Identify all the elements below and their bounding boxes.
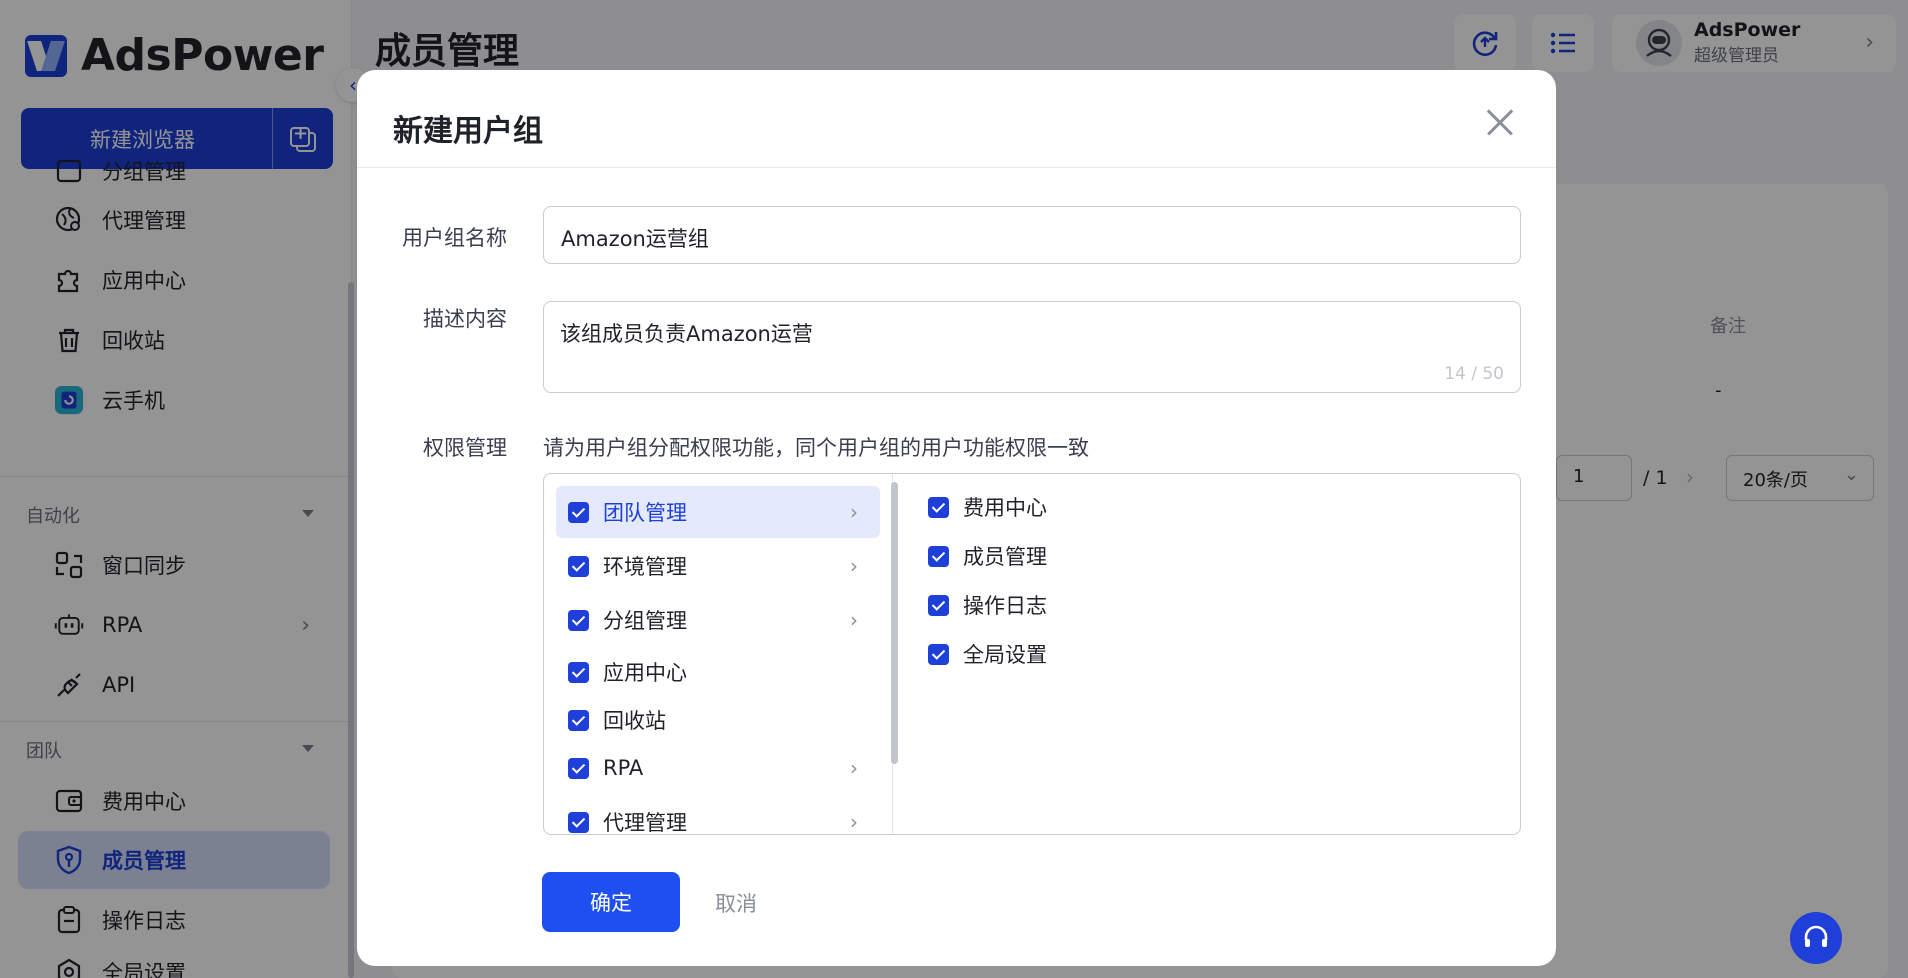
- checkbox-checked[interactable]: [568, 709, 589, 731]
- description-textarea[interactable]: 该组成员负责Amazon运营 14 / 50: [543, 301, 1521, 393]
- dialog-title: 新建用户组: [393, 114, 543, 149]
- perm-group-label: 应用中心: [603, 661, 687, 685]
- perm-child-billing[interactable]: 费用中心: [928, 492, 1047, 522]
- close-icon[interactable]: [1485, 108, 1513, 136]
- perm-group-rpa[interactable]: RPA ›: [556, 742, 880, 794]
- char-counter: 14 / 50: [1444, 364, 1504, 384]
- perm-group-label: 代理管理: [603, 811, 687, 835]
- perm-group-label: 回收站: [603, 709, 666, 733]
- checkbox-checked[interactable]: [928, 643, 949, 665]
- checkbox-checked[interactable]: [568, 501, 589, 523]
- perm-group-label: RPA: [603, 756, 644, 780]
- perm-group-label: 团队管理: [603, 501, 687, 525]
- checkbox-checked[interactable]: [928, 594, 949, 616]
- checkbox-checked[interactable]: [928, 496, 949, 518]
- perm-child-label: 费用中心: [963, 496, 1047, 520]
- new-user-group-dialog: 新建用户组 用户组名称 Amazon运营组 描述内容 该组成员负责Amazon运…: [357, 70, 1556, 966]
- description-label: 描述内容: [423, 307, 507, 331]
- perm-child-member-management[interactable]: 成员管理: [928, 541, 1047, 571]
- description-text: 该组成员负责Amazon运营: [560, 322, 813, 346]
- checkbox-checked[interactable]: [928, 545, 949, 567]
- perm-group-recycle-bin[interactable]: 回收站: [556, 694, 880, 746]
- checkbox-checked[interactable]: [568, 555, 589, 577]
- dialog-header: 新建用户组: [357, 70, 1556, 168]
- checkbox-checked[interactable]: [568, 661, 589, 683]
- permission-group-list: 团队管理 › 环境管理 › 分组管理 › 应用中心 回收站 RPA › 代理管理…: [544, 474, 893, 835]
- confirm-button[interactable]: 确定: [542, 872, 680, 932]
- permission-list-scrollbar[interactable]: [891, 482, 898, 764]
- chevron-right-icon: ›: [850, 608, 858, 632]
- checkbox-checked[interactable]: [568, 609, 589, 631]
- perm-group-label: 环境管理: [603, 555, 687, 579]
- perm-group-app-center[interactable]: 应用中心: [556, 646, 880, 698]
- perm-group-group-management[interactable]: 分组管理 ›: [556, 594, 880, 646]
- chevron-right-icon: ›: [850, 500, 858, 524]
- perm-child-operation-log[interactable]: 操作日志: [928, 590, 1047, 620]
- perm-child-global-settings[interactable]: 全局设置: [928, 639, 1047, 669]
- headset-icon: [1804, 925, 1828, 947]
- permission-tree: 团队管理 › 环境管理 › 分组管理 › 应用中心 回收站 RPA › 代理管理…: [543, 473, 1521, 835]
- group-name-label: 用户组名称: [402, 226, 507, 250]
- cancel-button[interactable]: 取消: [715, 888, 757, 918]
- group-name-input[interactable]: Amazon运营组: [543, 206, 1521, 264]
- checkbox-checked[interactable]: [568, 757, 589, 779]
- perm-group-team[interactable]: 团队管理 ›: [556, 486, 880, 538]
- perm-group-label: 分组管理: [603, 609, 687, 633]
- perm-group-environment[interactable]: 环境管理 ›: [556, 540, 880, 592]
- chevron-right-icon: ›: [850, 554, 858, 578]
- perm-group-proxy[interactable]: 代理管理 ›: [556, 796, 880, 835]
- permission-label: 权限管理: [423, 436, 507, 460]
- customer-service-button[interactable]: [1790, 912, 1842, 964]
- permission-hint: 请为用户组分配权限功能，同个用户组的用户功能权限一致: [543, 436, 1089, 460]
- chevron-right-icon: ›: [850, 756, 858, 780]
- perm-child-label: 操作日志: [963, 594, 1047, 618]
- perm-child-label: 成员管理: [963, 545, 1047, 569]
- perm-child-label: 全局设置: [963, 643, 1047, 667]
- checkbox-checked[interactable]: [568, 811, 589, 833]
- chevron-right-icon: ›: [850, 810, 858, 834]
